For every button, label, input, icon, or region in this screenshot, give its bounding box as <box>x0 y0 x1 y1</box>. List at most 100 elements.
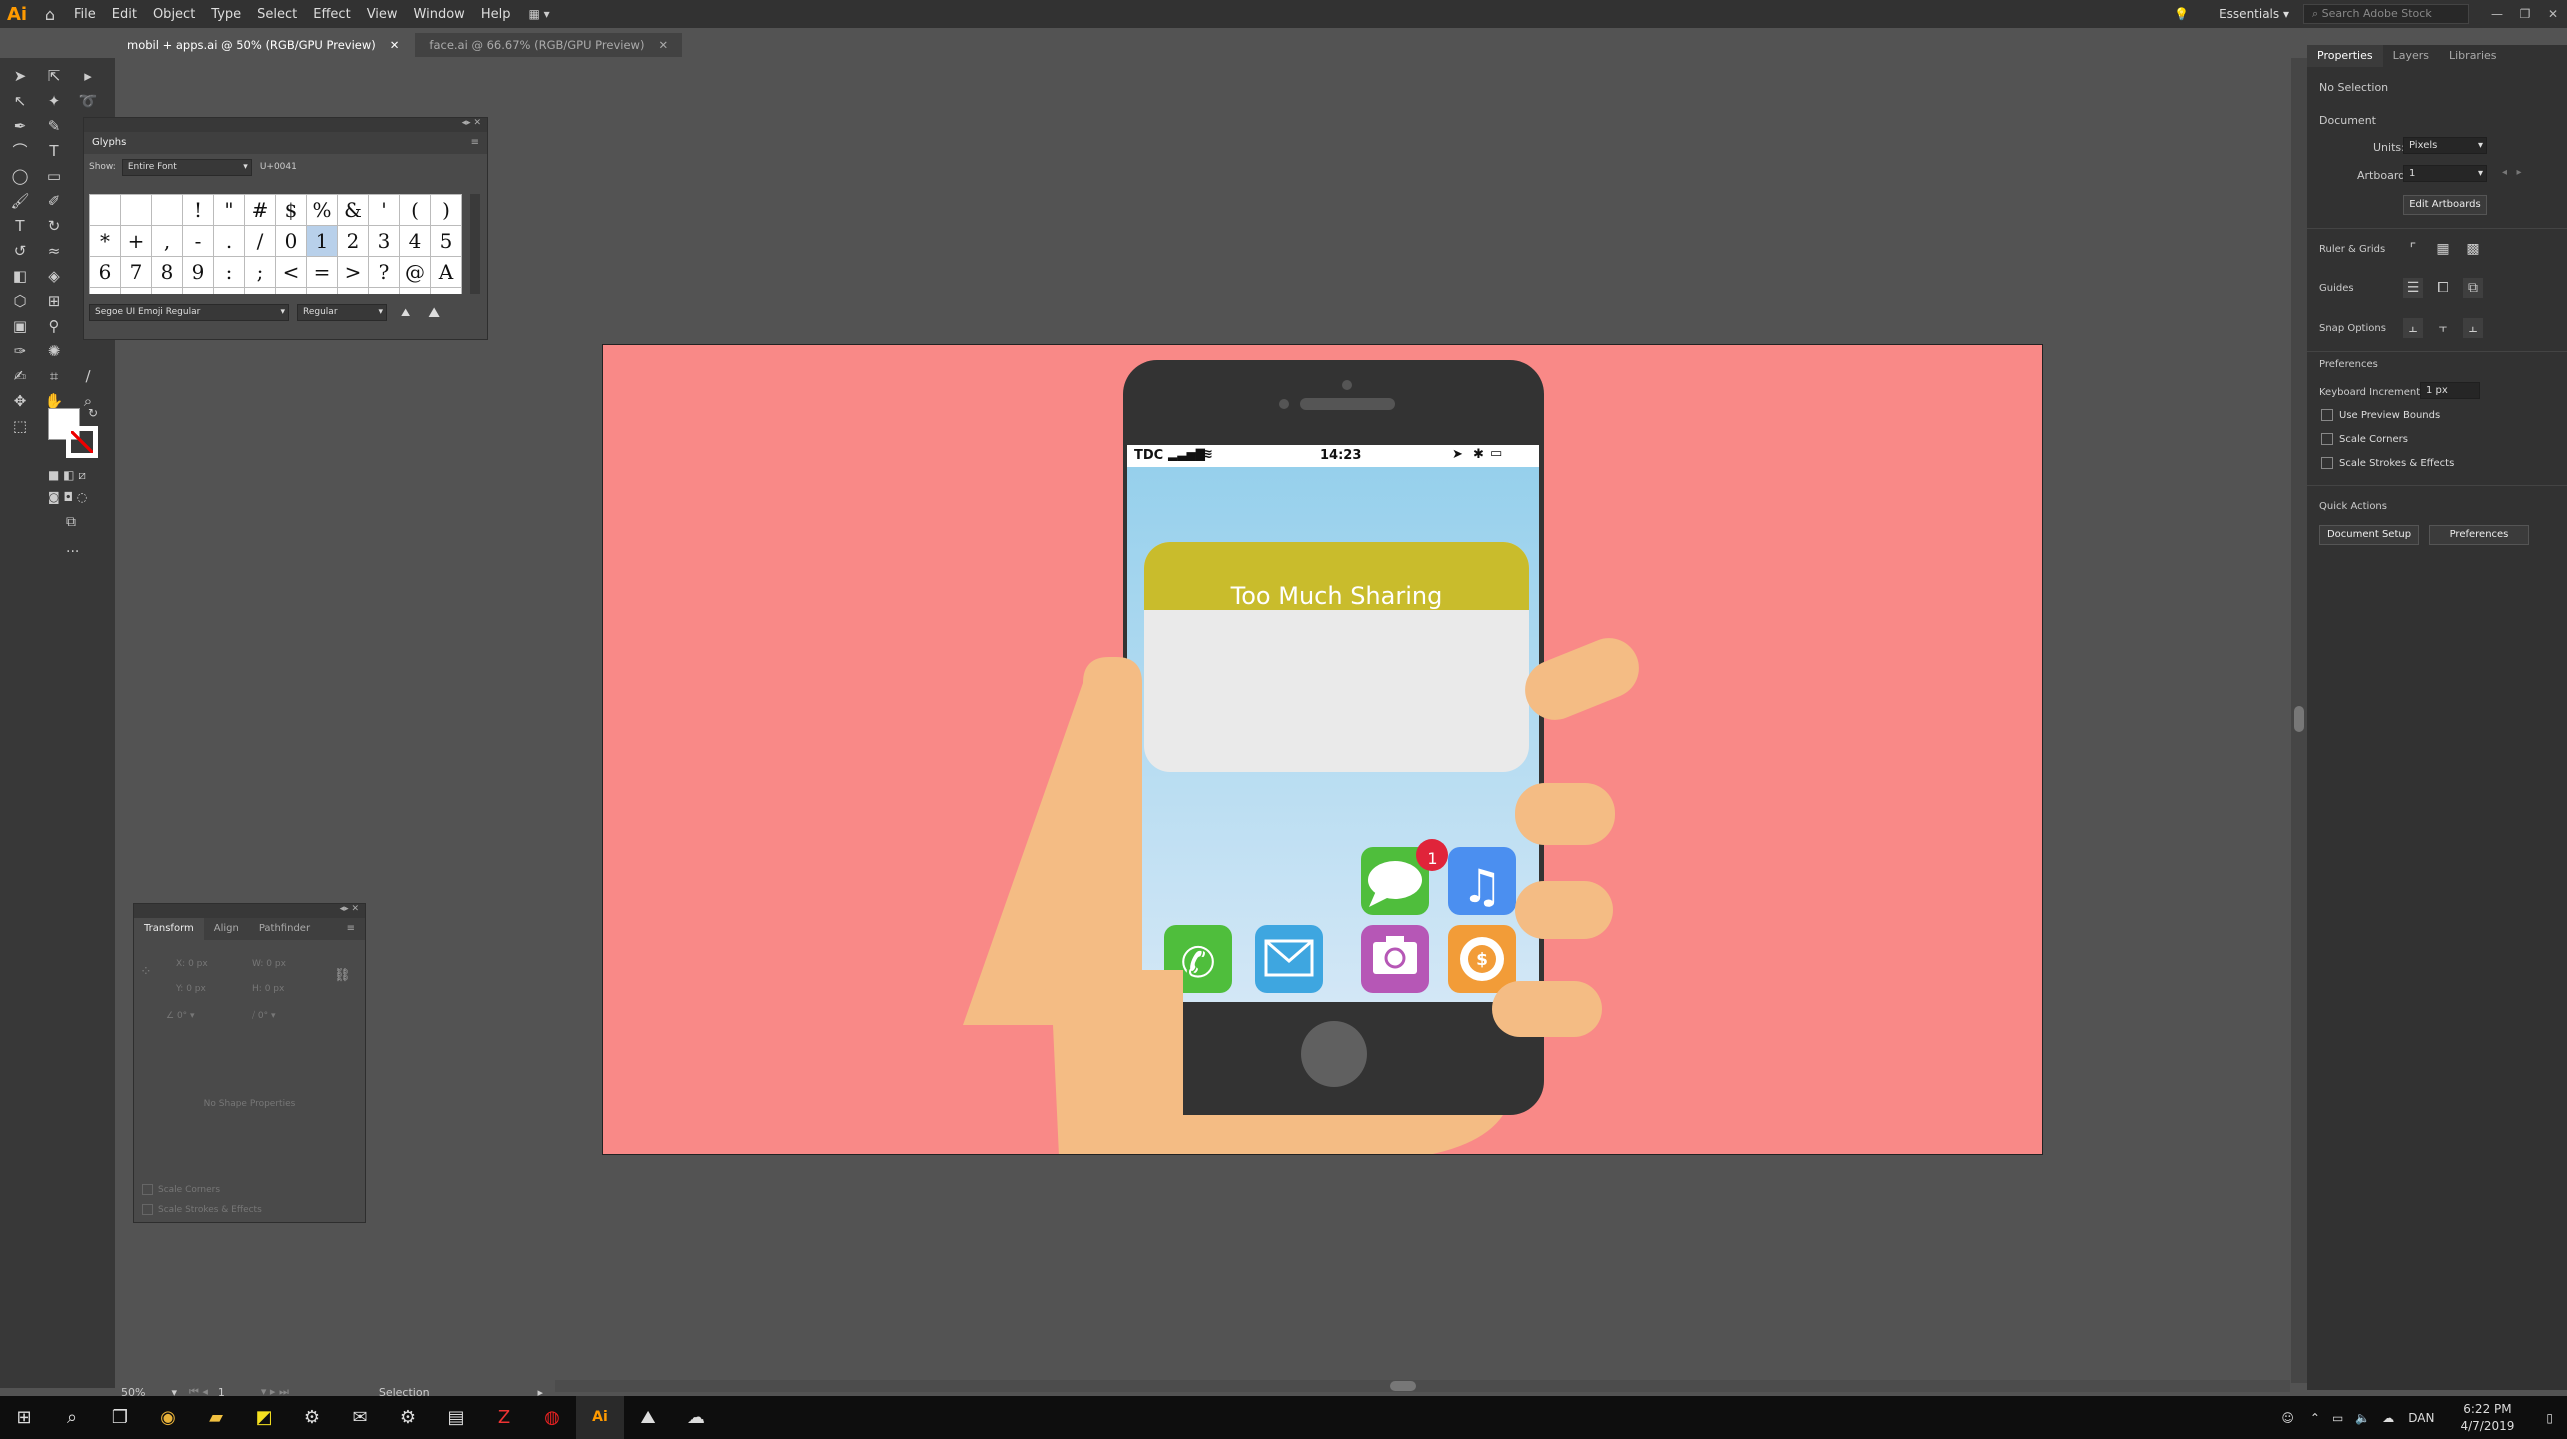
scroll-thumb[interactable] <box>2294 706 2304 732</box>
filezilla-icon[interactable]: Z <box>480 1396 528 1439</box>
app-red-icon[interactable]: ◍ <box>528 1396 576 1439</box>
home-icon[interactable]: ⌂ <box>34 5 66 24</box>
menu-effect[interactable]: Effect <box>305 7 358 22</box>
puppet-warp-icon[interactable]: ✥ <box>8 391 32 411</box>
glyph-cell[interactable]: # <box>245 195 276 226</box>
glyph-cell[interactable]: K <box>369 288 400 294</box>
clock[interactable]: 6:22 PM 4/7/2019 <box>2442 1401 2532 1435</box>
glyph-cell[interactable]: , <box>152 226 183 257</box>
glyph-cell[interactable]: J <box>338 288 369 294</box>
language-indicator[interactable]: DAN <box>2400 1411 2442 1425</box>
selection-tool-icon[interactable]: ➤ <box>8 66 32 86</box>
notification-center-icon[interactable]: ▯ <box>2532 1411 2567 1425</box>
lock-guides-icon[interactable]: ⧠ <box>2433 278 2453 298</box>
glyph-cell[interactable]: 7 <box>121 257 152 288</box>
panel-collapse-icon[interactable]: ◂▸ ✕ <box>134 904 365 918</box>
glyph-grid[interactable]: !"#$%&'() *+,-./012345 6789:;<=>?@A BCDEFGH… <box>89 194 462 294</box>
menu-edit[interactable]: Edit <box>104 7 145 22</box>
tab-layers[interactable]: Layers <box>2383 45 2439 67</box>
tab-align[interactable]: Align <box>204 918 249 940</box>
blend-icon[interactable]: ◈ <box>42 266 66 286</box>
glyph-cell[interactable]: + <box>121 226 152 257</box>
tab-properties[interactable]: Properties <box>2307 45 2383 67</box>
file-explorer-icon[interactable]: ▰ <box>192 1396 240 1439</box>
snap-to-pixel-icon[interactable]: ⫠ <box>2463 318 2483 338</box>
glyph-cell[interactable]: B <box>90 288 121 294</box>
panel-collapse-icon[interactable]: ◂▸ ✕ <box>84 118 487 132</box>
panel-menu-icon[interactable]: ≡ <box>471 132 479 154</box>
search-icon[interactable]: ⌕ <box>48 1396 96 1439</box>
tab-face[interactable]: face.ai @ 66.67% (RGB/GPU Preview) ✕ <box>415 33 683 57</box>
mail-icon[interactable]: ✉ <box>336 1396 384 1439</box>
glyph-cell[interactable]: G <box>245 288 276 294</box>
glyph-cell[interactable]: 0 <box>276 226 307 257</box>
type-icon[interactable]: T <box>8 216 32 236</box>
color-mode-icons[interactable]: ■ ◧ ⧄ <box>48 468 86 483</box>
menu-object[interactable]: Object <box>145 7 203 22</box>
use-preview-bounds-checkbox[interactable]: Use Preview Bounds <box>2321 409 2440 421</box>
screen-mode-icon[interactable]: ⧉ <box>66 514 76 530</box>
glyph-cell[interactable]: E <box>183 288 214 294</box>
tray-arrow-icon[interactable]: ⌃ <box>2304 1411 2326 1425</box>
workspace-switcher[interactable]: Essentials ▾ <box>2219 7 2289 21</box>
close-tab-icon[interactable]: ✕ <box>390 38 400 52</box>
scale-strokes-checkbox[interactable]: Scale Strokes & Effects <box>142 1204 262 1215</box>
glyph-cell[interactable]: 3 <box>369 226 400 257</box>
menu-help[interactable]: Help <box>473 7 519 22</box>
glyph-cell[interactable]: $ <box>276 195 307 226</box>
glyph-cell[interactable]: % <box>307 195 338 226</box>
ellipse-tool-icon[interactable]: ◯ <box>8 166 32 186</box>
windows-start-icon[interactable]: ⊞ <box>0 1396 48 1439</box>
glyph-cell[interactable]: 6 <box>90 257 121 288</box>
glyph-cell[interactable]: ? <box>369 257 400 288</box>
scale-corners-checkbox[interactable]: Scale Corners <box>142 1184 220 1195</box>
menu-view[interactable]: View <box>359 7 406 22</box>
shape-builder-icon[interactable]: ⬡ <box>8 291 32 311</box>
menu-window[interactable]: Window <box>406 7 473 22</box>
x-field[interactable]: X: 0 px <box>176 959 208 969</box>
font-family-select[interactable]: Segoe UI Emoji Regular ▾ <box>89 304 289 321</box>
glyph-cell[interactable]: = <box>307 257 338 288</box>
glyph-cell[interactable]: C <box>121 288 152 294</box>
perspective-icon[interactable]: ⊞ <box>42 291 66 311</box>
swap-fill-stroke-icon[interactable]: ↻ <box>88 406 98 420</box>
edit-artboards-button[interactable]: Edit Artboards <box>2403 195 2487 215</box>
transparency-grid-icon[interactable]: ▩ <box>2463 239 2483 259</box>
tab-transform[interactable]: Transform <box>134 918 204 940</box>
settings-icon[interactable]: ⚙ <box>288 1396 336 1439</box>
glyph-cell[interactable]: I <box>307 288 338 294</box>
rectangle-tool-icon[interactable]: ▭ <box>42 166 66 186</box>
zoom-in-glyph-icon[interactable]: ⛰ <box>428 305 440 321</box>
horizontal-scrollbar[interactable] <box>555 1380 2290 1392</box>
lasso-icon[interactable]: ➰ <box>76 91 100 111</box>
grid-icon[interactable]: ▦ <box>2433 239 2453 259</box>
photos-icon[interactable]: ⛰ <box>624 1396 672 1439</box>
task-view-icon[interactable]: ❐ <box>96 1396 144 1439</box>
sticky-notes-icon[interactable]: ◩ <box>240 1396 288 1439</box>
units-select[interactable]: Pixels ▾ <box>2403 137 2487 154</box>
type-tool-icon[interactable]: T <box>42 141 66 161</box>
magic-wand-icon[interactable]: ✦ <box>42 91 66 111</box>
chrome-icon[interactable]: ◉ <box>144 1396 192 1439</box>
document-icon[interactable]: ▤ <box>432 1396 480 1439</box>
rulers-icon[interactable]: ⌜ <box>2403 239 2423 259</box>
document-setup-button[interactable]: Document Setup <box>2319 525 2419 545</box>
glyph-cell[interactable]: : <box>214 257 245 288</box>
zoom-out-glyph-icon[interactable]: ⛰ <box>401 306 410 320</box>
onedrive-icon[interactable]: ☁ <box>2376 1411 2400 1425</box>
glyph-scrollbar[interactable] <box>470 194 480 294</box>
snap-to-point-icon[interactable]: ⫠ <box>2403 318 2423 338</box>
illustrator-taskbar-icon[interactable]: Ai <box>576 1396 624 1439</box>
glyph-cell[interactable]: 5 <box>431 226 462 257</box>
warp-icon[interactable]: ≈ <box>42 241 66 261</box>
artboard-prev-next-icons[interactable]: ◂ ▸ <box>2502 167 2522 178</box>
drawing-mode-icons[interactable]: ◙ ◘ ◌ <box>48 490 87 504</box>
preferences-button[interactable]: Preferences <box>2429 525 2529 545</box>
app-cloud-icon[interactable]: ☁ <box>672 1396 720 1439</box>
glyph-cell[interactable]: 9 <box>183 257 214 288</box>
arrow-tool-icon[interactable]: ▸ <box>76 66 100 86</box>
steam-icon[interactable]: ⚙ <box>384 1396 432 1439</box>
pen-alt-icon[interactable]: ✎ <box>42 116 66 136</box>
arrange-documents-icon[interactable]: ▦ ▾ <box>528 7 549 21</box>
glyph-cell[interactable] <box>121 195 152 226</box>
